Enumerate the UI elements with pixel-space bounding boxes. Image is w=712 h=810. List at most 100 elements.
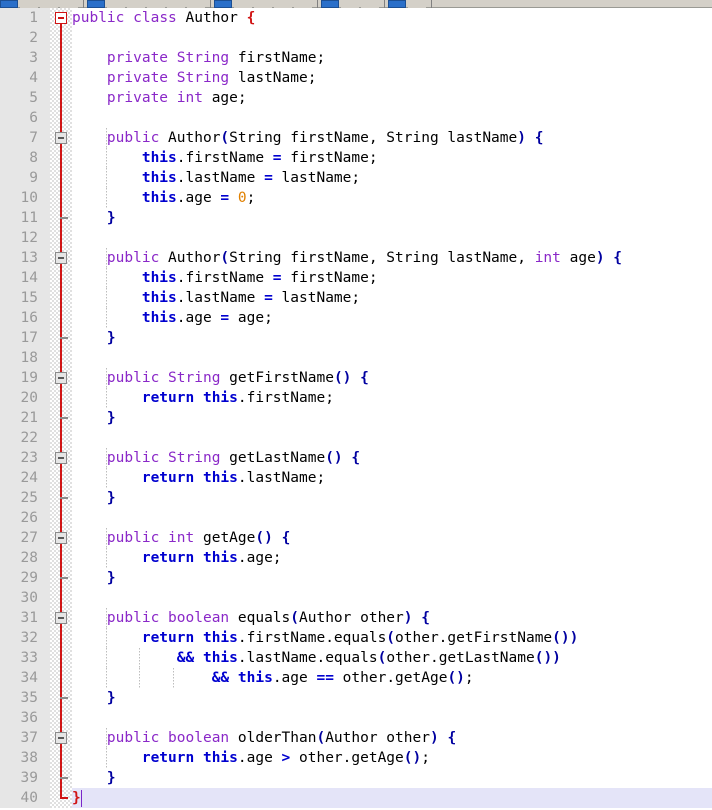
code-line-24[interactable]: 24 return this.lastName; [0,468,712,488]
code-line-40[interactable]: 40} [0,788,712,808]
code-line-37[interactable]: 37 public boolean olderThan(Author other… [0,728,712,748]
code-text[interactable]: } [72,768,116,788]
fold-collapse-icon[interactable] [55,532,67,544]
code-line-29[interactable]: 29 } [0,568,712,588]
code-line-4[interactable]: 4 private String lastName; [0,68,712,88]
toolbar-button-4-3[interactable] [361,0,379,8]
toolbar-button-5-1[interactable] [388,0,406,8]
code-line-36[interactable]: 36 [0,708,712,728]
fold-collapse-icon[interactable] [55,732,67,744]
toolbar-button-4-2[interactable] [341,0,359,8]
code-line-27[interactable]: 27 public int getAge() { [0,528,712,548]
code-line-1[interactable]: 1 public class Author { [0,8,712,28]
code-text[interactable]: public String getLastName() { [72,448,360,468]
fold-collapse-icon[interactable] [55,12,67,24]
toolbar-button-2-1[interactable] [87,0,105,8]
application-toolbar[interactable] [0,0,712,8]
code-text[interactable]: this.lastName = lastName; [72,288,360,308]
code-line-32[interactable]: 32 return this.firstName.equals(other.ge… [0,628,712,648]
toolbar-button-3-1[interactable] [214,0,232,8]
fold-collapse-icon[interactable] [55,372,67,384]
code-line-10[interactable]: 10 this.age = 0; [0,188,712,208]
fold-collapse-icon[interactable] [55,132,67,144]
code-text[interactable]: private String lastName; [72,68,317,88]
code-text[interactable]: } [72,328,116,348]
code-text[interactable]: && this.age == other.getAge(); [72,668,474,688]
code-line-38[interactable]: 38 return this.age > other.getAge(); [0,748,712,768]
toolbar-button-1-2[interactable] [20,0,38,8]
code-text[interactable]: } [72,488,116,508]
code-line-19[interactable]: 19 public String getFirstName() { [0,368,712,388]
toolbar-button-1-1[interactable] [0,0,18,8]
code-text[interactable]: } [72,408,116,428]
code-line-3[interactable]: 3 private String firstName; [0,48,712,68]
toolbar-button-1-3[interactable] [40,0,58,8]
code-line-22[interactable]: 22 [0,428,712,448]
code-line-25[interactable]: 25 } [0,488,712,508]
toolbar-button-2-3[interactable] [127,0,145,8]
code-line-7[interactable]: 7 public Author(String firstName, String… [0,128,712,148]
code-line-17[interactable]: 17 } [0,328,712,348]
code-line-14[interactable]: 14 this.firstName = firstName; [0,268,712,288]
code-text[interactable]: return this.firstName; [72,388,334,408]
code-line-31[interactable]: 31 public boolean equals(Author other) { [0,608,712,628]
code-text[interactable]: private String firstName; [72,48,325,68]
code-line-26[interactable]: 26 [0,508,712,528]
code-text[interactable]: public String getFirstName() { [72,368,369,388]
code-line-8[interactable]: 8 this.firstName = firstName; [0,148,712,168]
code-line-23[interactable]: 23 public String getLastName() { [0,448,712,468]
code-text[interactable]: } [72,568,116,588]
code-text[interactable]: this.lastName = lastName; [72,168,360,188]
code-line-30[interactable]: 30 [0,588,712,608]
code-text[interactable]: return this.age; [72,548,282,568]
code-line-2[interactable]: 2 [0,28,712,48]
code-line-5[interactable]: 5 private int age; [0,88,712,108]
code-text[interactable]: public boolean olderThan(Author other) { [72,728,456,748]
code-line-20[interactable]: 20 return this.firstName; [0,388,712,408]
code-text[interactable]: public int getAge() { [72,528,290,548]
fold-collapse-icon[interactable] [55,612,67,624]
code-line-13[interactable]: 13 public Author(String firstName, Strin… [0,248,712,268]
toolbar-button-2-6[interactable] [187,0,205,8]
toolbar-button-3-3[interactable] [254,0,272,8]
code-text[interactable]: } [72,208,116,228]
code-line-34[interactable]: 34 && this.age == other.getAge(); [0,668,712,688]
code-line-21[interactable]: 21 } [0,408,712,428]
code-text[interactable]: this.age = 0; [72,188,256,208]
fold-collapse-icon[interactable] [55,452,67,464]
toolbar-button-5-2[interactable] [408,0,426,8]
code-line-18[interactable]: 18 [0,348,712,368]
code-line-11[interactable]: 11 } [0,208,712,228]
code-text[interactable]: this.firstName = firstName; [72,268,378,288]
toolbar-button-2-2[interactable] [107,0,125,8]
code-text[interactable]: && this.lastName.equals(other.getLastNam… [72,648,561,668]
code-editor[interactable]: 1 public class Author {2 3 private String … [0,8,712,810]
code-text[interactable]: public Author(String firstName, String l… [72,128,544,148]
code-line-6[interactable]: 6 [0,108,712,128]
code-text[interactable]: return this.age > other.getAge(); [72,748,430,768]
code-text[interactable]: } [72,688,116,708]
fold-collapse-icon[interactable] [55,252,67,264]
code-line-12[interactable]: 12 [0,228,712,248]
code-line-15[interactable]: 15 this.lastName = lastName; [0,288,712,308]
code-line-33[interactable]: 33 && this.lastName.equals(other.getLast… [0,648,712,668]
toolbar-button-2-4[interactable] [147,0,165,8]
code-text[interactable]: this.age = age; [72,308,273,328]
code-line-9[interactable]: 9 this.lastName = lastName; [0,168,712,188]
toolbar-button-2-5[interactable] [167,0,185,8]
code-text[interactable]: return this.firstName.equals(other.getFi… [72,628,579,648]
code-text[interactable]: public class Author { [72,8,255,28]
code-text[interactable]: } [72,788,81,808]
code-line-35[interactable]: 35 } [0,688,712,708]
code-text[interactable]: this.firstName = firstName; [72,148,378,168]
toolbar-button-3-2[interactable] [234,0,252,8]
toolbar-button-3-5[interactable] [294,0,312,8]
toolbar-button-3-4[interactable] [274,0,292,8]
code-text[interactable]: public boolean equals(Author other) { [72,608,430,628]
toolbar-button-1-4[interactable] [60,0,78,8]
code-text[interactable]: return this.lastName; [72,468,325,488]
code-line-16[interactable]: 16 this.age = age; [0,308,712,328]
code-text[interactable]: private int age; [72,88,247,108]
code-text[interactable]: public Author(String firstName, String l… [72,248,622,268]
code-line-28[interactable]: 28 return this.age; [0,548,712,568]
